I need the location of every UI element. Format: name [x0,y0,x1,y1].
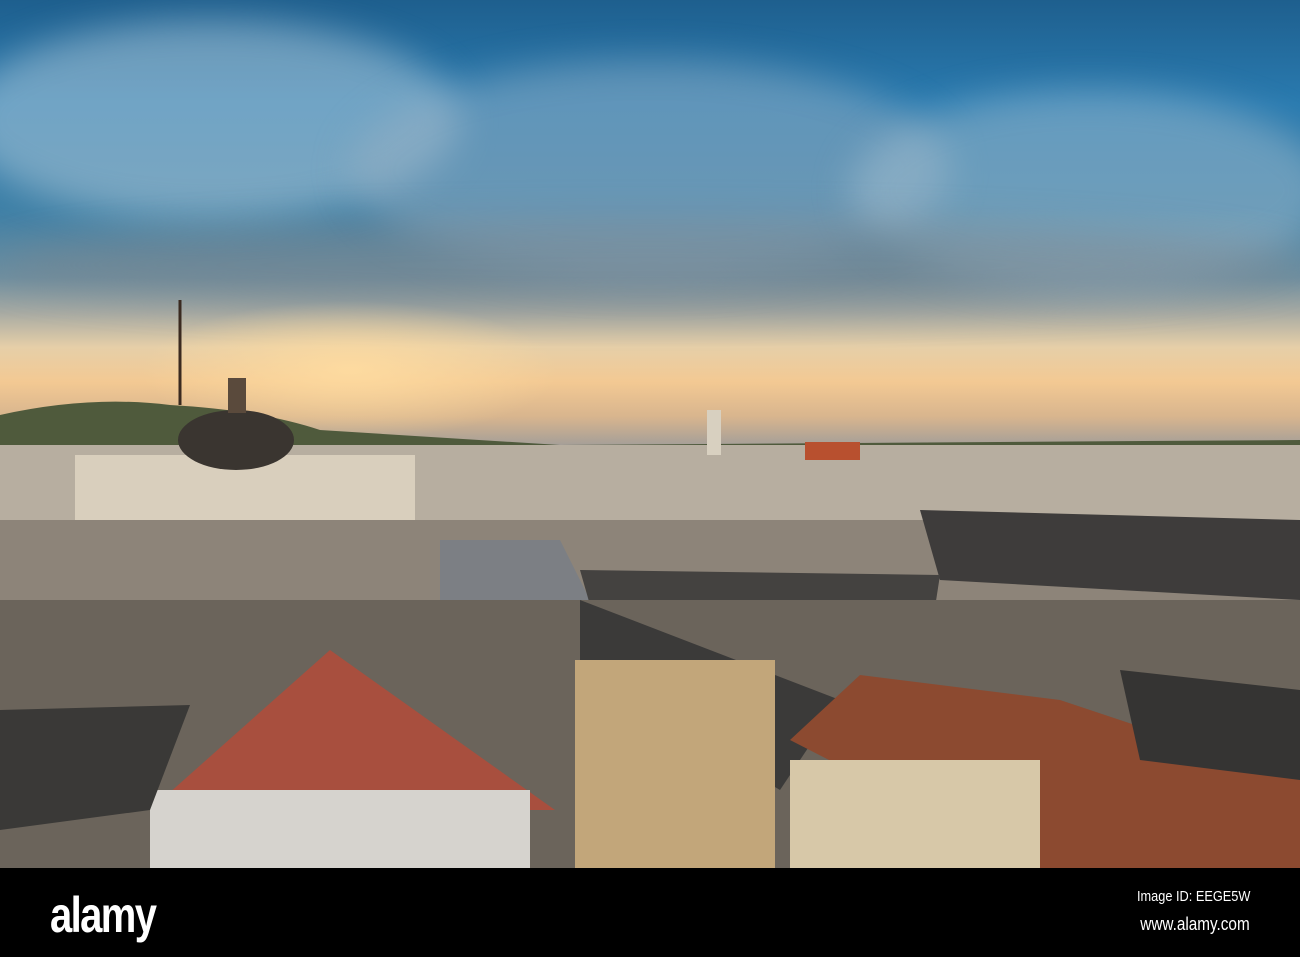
dome-tower [228,378,246,413]
stock-photo: alamy Image ID: EEGE5W www.alamy.com [0,0,1300,957]
city-rooftops [0,300,1300,868]
image-id: Image ID: EEGE5W [1136,888,1250,905]
cityscape-photo [0,0,1300,868]
yellow-facade [575,660,775,868]
cream-facade [790,760,1040,868]
church [805,442,860,460]
dome [178,410,294,470]
site-url: www.alamy.com [1140,914,1250,934]
white-building [150,790,530,868]
watermark-bar: alamy Image ID: EEGE5W www.alamy.com [0,868,1300,957]
alamy-logo: alamy [50,887,157,943]
town-hall-tower [707,410,721,455]
